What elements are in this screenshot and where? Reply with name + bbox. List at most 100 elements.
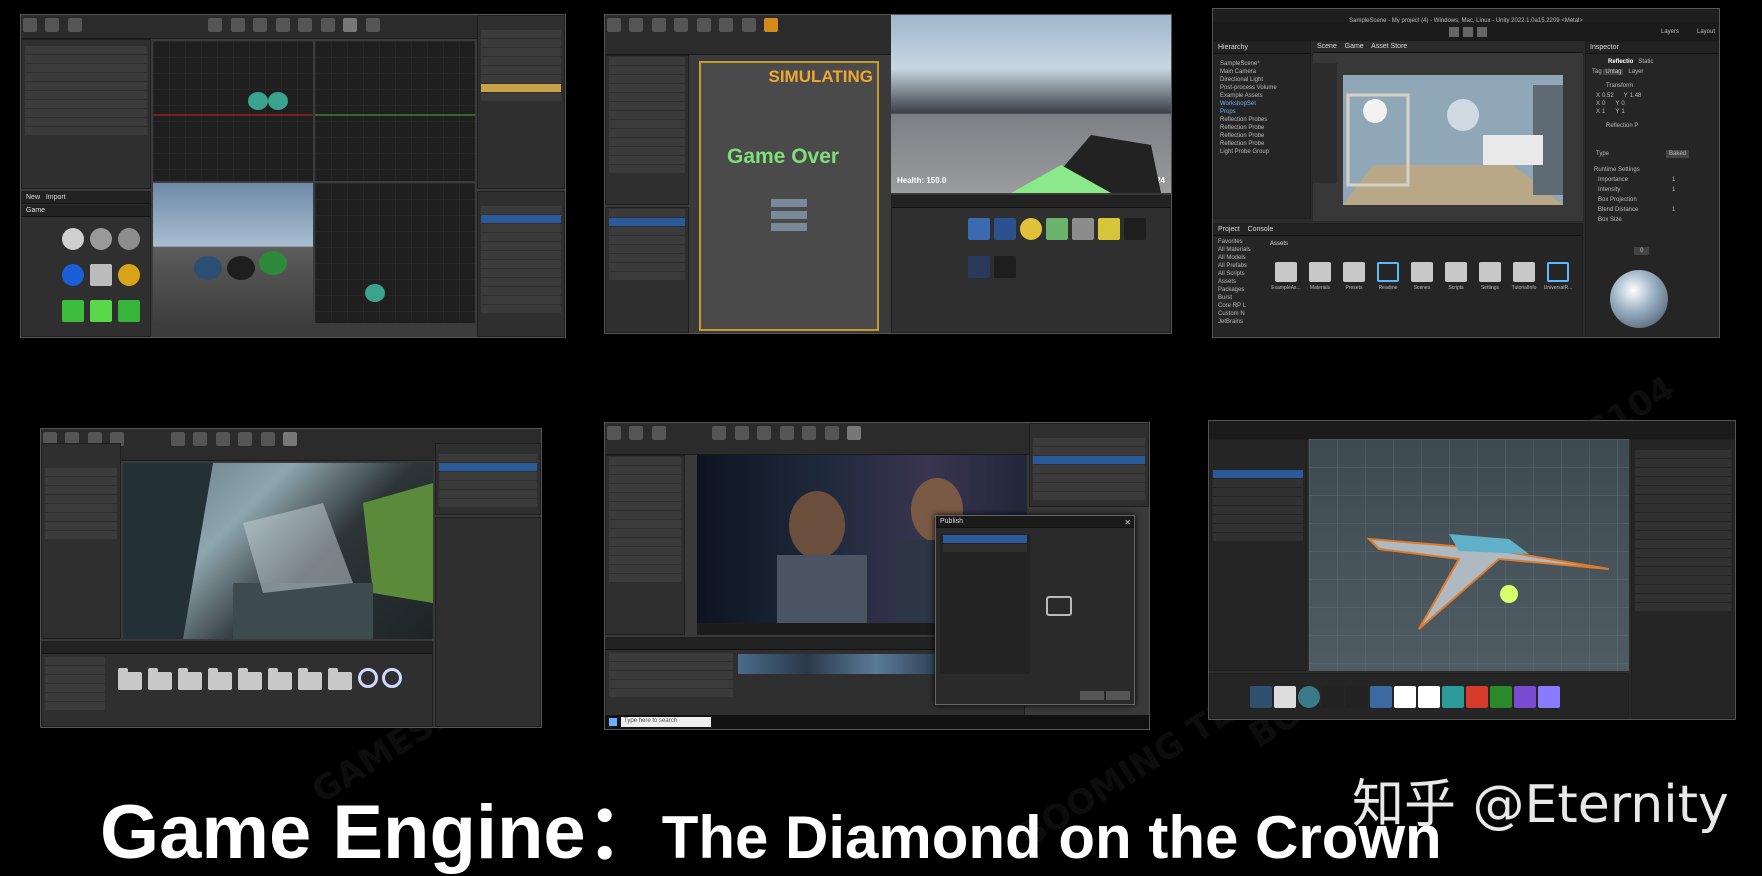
asset-thumbnail[interactable] bbox=[1298, 686, 1320, 708]
viewport-side[interactable] bbox=[315, 183, 475, 323]
asset-thumbnail[interactable] bbox=[1098, 218, 1120, 240]
asset-item[interactable]: UniversalR... bbox=[1542, 258, 1574, 292]
toolbar-icon[interactable] bbox=[238, 432, 253, 446]
new-button[interactable]: New bbox=[26, 194, 40, 201]
project-tree-item[interactable]: Favorites bbox=[1218, 238, 1270, 246]
folder-icon[interactable] bbox=[208, 668, 232, 690]
hierarchy-item[interactable]: Reflection Probe bbox=[1220, 132, 1308, 140]
hierarchy-item[interactable]: Post-process Volume bbox=[1220, 84, 1308, 92]
asset-item[interactable]: Materials bbox=[1304, 258, 1336, 292]
axis-value[interactable]: 1 bbox=[1621, 109, 1624, 115]
static-toggle[interactable]: Static bbox=[1638, 59, 1653, 65]
assets-breadcrumb[interactable]: Assets bbox=[1270, 240, 1288, 248]
tab-scene[interactable]: Scene bbox=[1317, 43, 1337, 50]
game-viewport[interactable]: Health: 150.0 Ammo: 24 bbox=[891, 15, 1171, 193]
asset-thumbnail[interactable] bbox=[1538, 686, 1560, 708]
axis-value[interactable]: 0 bbox=[1602, 101, 1605, 107]
project-tree-item[interactable]: All Materials bbox=[1218, 246, 1270, 254]
toolbar-icon[interactable] bbox=[629, 18, 644, 32]
toolbar-icon[interactable] bbox=[607, 18, 621, 32]
toolbar-icon[interactable] bbox=[45, 18, 60, 32]
folder-icon[interactable] bbox=[148, 668, 172, 690]
pause-icon[interactable] bbox=[719, 18, 734, 32]
windows-start-icon[interactable] bbox=[609, 718, 617, 726]
asset-thumbnail[interactable] bbox=[994, 218, 1016, 240]
runtime-settings-header[interactable]: Runtime Settings bbox=[1594, 166, 1640, 174]
hierarchy-item[interactable]: Reflection Probe bbox=[1220, 140, 1308, 148]
project-tree-item[interactable]: Packages bbox=[1218, 286, 1270, 294]
toolbar-icon[interactable] bbox=[712, 426, 727, 440]
transform-row[interactable]: X1Y1 bbox=[1596, 108, 1718, 116]
toolbar-icon[interactable] bbox=[824, 426, 839, 440]
folder-icon[interactable] bbox=[238, 668, 262, 690]
quit-button[interactable] bbox=[771, 223, 807, 231]
hierarchy-item[interactable]: Reflection Probe bbox=[1220, 124, 1308, 132]
asset-thumbnail[interactable] bbox=[1490, 686, 1512, 708]
toolbar-icon[interactable] bbox=[193, 432, 208, 446]
sphere-asset-icon[interactable] bbox=[382, 668, 402, 688]
restart-button[interactable] bbox=[771, 199, 807, 207]
project-tree-item[interactable]: JetBrains bbox=[1218, 318, 1270, 326]
transform-header[interactable]: Transform bbox=[1606, 82, 1633, 90]
toolbar-icon[interactable] bbox=[215, 432, 230, 446]
asset-thumbnail[interactable] bbox=[994, 256, 1016, 278]
folder-icon[interactable] bbox=[298, 668, 322, 690]
asset-thumbnail[interactable] bbox=[1274, 686, 1296, 708]
asset-item[interactable]: ExampleAs... bbox=[1270, 258, 1302, 292]
sphere-asset-icon[interactable] bbox=[358, 668, 378, 688]
taskbar-search[interactable]: Type here to search bbox=[621, 717, 711, 727]
toolbar-icon[interactable] bbox=[779, 426, 794, 440]
reflection-probe-header[interactable]: Reflection P bbox=[1606, 122, 1638, 130]
toolbar-icon[interactable] bbox=[260, 432, 275, 446]
asset-thumbnail[interactable] bbox=[1020, 218, 1042, 240]
asset-item[interactable]: Settings bbox=[1474, 258, 1506, 292]
asset-thumbnail[interactable] bbox=[968, 218, 990, 240]
hierarchy-item[interactable]: SampleScene* bbox=[1220, 60, 1308, 68]
confirm-button[interactable] bbox=[1080, 691, 1104, 700]
project-tree-item[interactable]: Burst bbox=[1218, 294, 1270, 302]
level-viewport[interactable] bbox=[123, 463, 433, 639]
asset-thumbnail[interactable] bbox=[62, 300, 84, 322]
toolbar-icon[interactable] bbox=[734, 426, 749, 440]
viewport-front[interactable] bbox=[315, 41, 475, 181]
project-tree-item[interactable]: Assets bbox=[1218, 278, 1270, 286]
asset-thumbnail[interactable] bbox=[118, 264, 140, 286]
asset-thumbnail[interactable] bbox=[1370, 686, 1392, 708]
play-icon[interactable] bbox=[847, 426, 862, 440]
prop-value[interactable]: 1 bbox=[1672, 206, 1675, 214]
toolbar-icon[interactable] bbox=[365, 18, 380, 32]
asset-thumbnail[interactable] bbox=[90, 264, 112, 286]
axis-value[interactable]: 1 bbox=[1602, 109, 1605, 115]
axis-value[interactable]: 0 bbox=[1621, 101, 1624, 107]
hierarchy-item[interactable]: Example Assets bbox=[1220, 92, 1308, 100]
scene-view[interactable] bbox=[1309, 439, 1629, 671]
play-icon[interactable] bbox=[283, 432, 298, 446]
tag-dropdown[interactable]: Untag bbox=[1603, 69, 1624, 75]
toolbar-icon[interactable] bbox=[802, 426, 817, 440]
tab-game[interactable]: Game bbox=[1345, 43, 1364, 50]
prop-value[interactable]: 1 bbox=[1672, 176, 1675, 184]
asset-item[interactable]: TutorialInfo bbox=[1508, 258, 1540, 292]
hierarchy-item[interactable]: Props bbox=[1220, 108, 1308, 116]
asset-thumbnail[interactable] bbox=[1418, 686, 1440, 708]
tab-inspector[interactable]: Inspector bbox=[1586, 42, 1719, 54]
toolbar-icon[interactable] bbox=[170, 432, 185, 446]
umg-designer-canvas[interactable]: SIMULATING Game Over bbox=[699, 61, 879, 331]
toolbar-icon[interactable] bbox=[757, 426, 772, 440]
axis-value[interactable]: 0.52 bbox=[1602, 93, 1614, 99]
asset-thumbnail[interactable] bbox=[62, 264, 84, 286]
step-icon[interactable] bbox=[1477, 27, 1487, 37]
hierarchy-item[interactable]: Directional Light bbox=[1220, 76, 1308, 84]
layout-dropdown[interactable]: Layout bbox=[1697, 28, 1715, 36]
toolbar-icon[interactable] bbox=[651, 426, 666, 440]
asset-thumbnail[interactable] bbox=[1046, 218, 1068, 240]
toolbar-icon[interactable] bbox=[23, 18, 37, 32]
tab-console[interactable]: Console bbox=[1248, 226, 1274, 233]
axis-value[interactable]: 1.48 bbox=[1630, 93, 1642, 99]
asset-thumbnail[interactable] bbox=[90, 300, 112, 322]
toolbar-icon[interactable] bbox=[253, 18, 268, 32]
asset-thumbnail[interactable] bbox=[62, 228, 84, 250]
type-dropdown[interactable]: Baked bbox=[1666, 150, 1690, 158]
toolbar-icon[interactable] bbox=[696, 18, 711, 32]
hierarchy-item[interactable]: Light Probe Group bbox=[1220, 148, 1308, 156]
